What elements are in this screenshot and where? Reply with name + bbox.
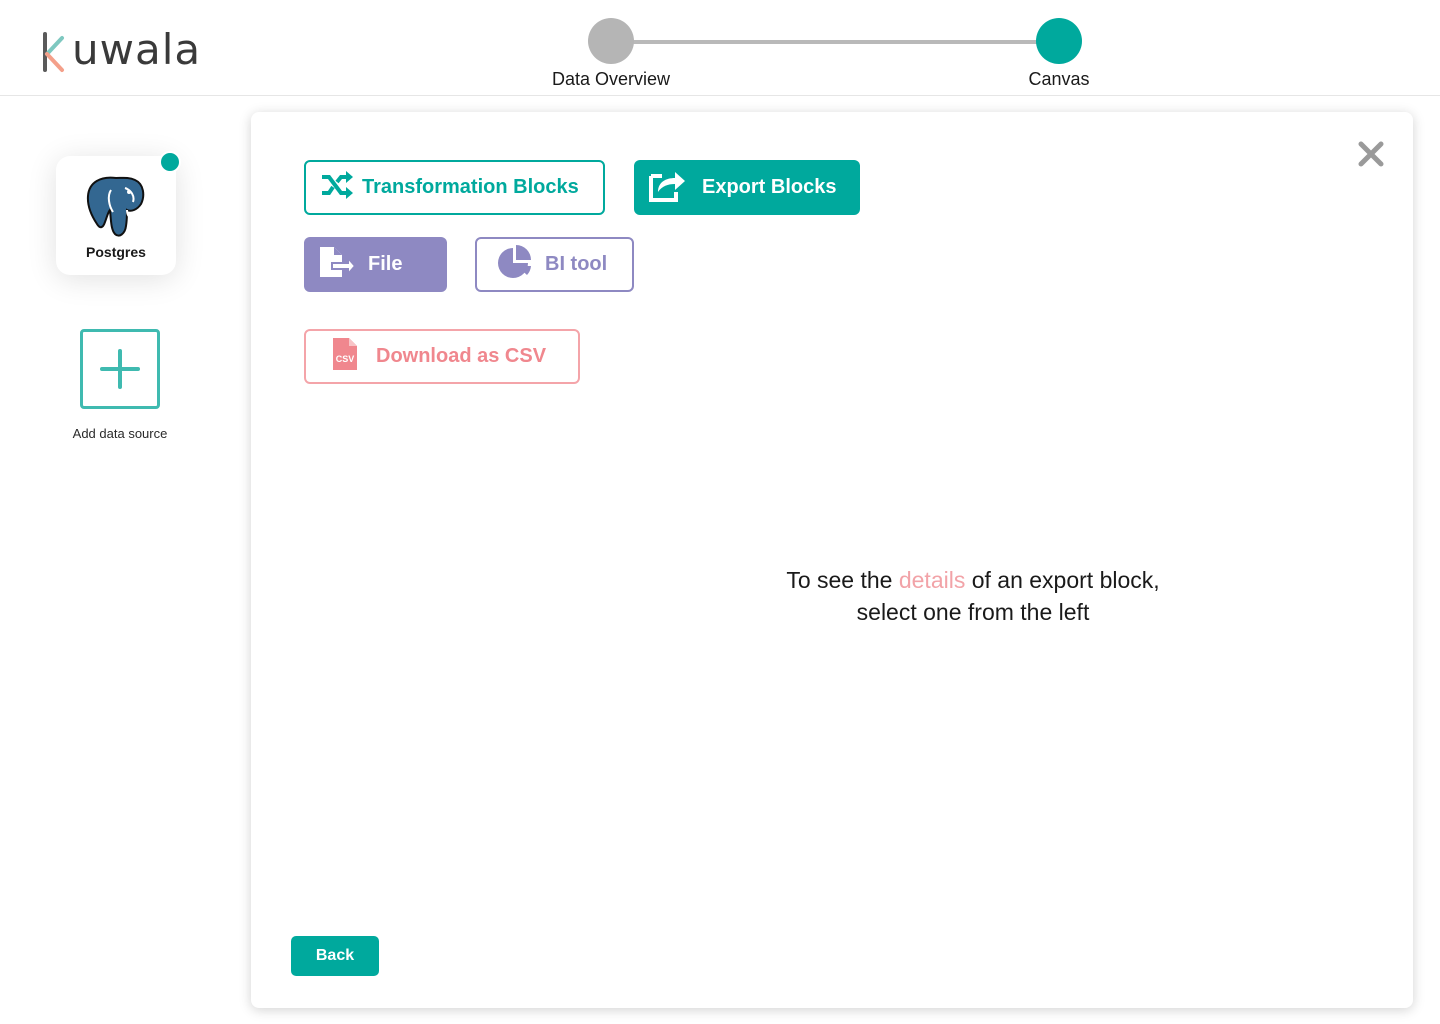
tab-export-blocks[interactable]: Export Blocks: [634, 160, 860, 215]
top-bar: uwala Data Overview Canvas: [0, 0, 1440, 96]
block-catalog-modal: Transformation Blocks Export Blocks File: [251, 112, 1413, 1008]
kuwala-logo[interactable]: uwala: [40, 22, 201, 74]
postgres-elephant-icon: [81, 172, 151, 242]
add-data-source-button[interactable]: [80, 329, 160, 409]
hint-highlight: details: [898, 567, 966, 593]
progress-stepper: Data Overview Canvas: [546, 18, 1106, 92]
tab-label: Export Blocks: [702, 176, 837, 198]
data-source-card-postgres[interactable]: Postgres: [56, 151, 181, 275]
export-type-file[interactable]: File: [304, 237, 447, 292]
data-sources-panel: Postgres Add data source: [0, 97, 240, 1024]
stepper-line: [611, 40, 1059, 44]
pie-chart-icon: [497, 244, 533, 285]
csv-file-icon: CSV: [332, 337, 358, 377]
share-export-icon: [648, 168, 686, 208]
hint-line-2: select one from the left: [856, 599, 1090, 625]
plus-icon: [100, 349, 140, 389]
export-type-label: File: [368, 253, 403, 275]
hint-text-after: of an export block,: [965, 567, 1160, 593]
logo-text: uwala: [72, 25, 202, 74]
step-label-canvas[interactable]: Canvas: [1028, 69, 1089, 90]
svg-text:CSV: CSV: [336, 354, 355, 364]
status-dot: [159, 151, 181, 173]
block-label: Download as CSV: [376, 345, 547, 367]
block-download-as-csv[interactable]: CSV Download as CSV: [304, 329, 580, 384]
step-label-data-overview[interactable]: Data Overview: [552, 69, 670, 90]
data-source-label: Postgres: [86, 244, 146, 260]
hint-text-before: To see the: [786, 567, 899, 593]
tab-transformation-blocks[interactable]: Transformation Blocks: [304, 160, 605, 215]
empty-state-hint: To see the details of an export block, s…: [703, 564, 1243, 628]
step-dot-data-overview[interactable]: [588, 18, 634, 64]
export-type-bi-tool[interactable]: BI tool: [475, 237, 634, 292]
shuffle-icon: [320, 170, 354, 206]
tab-label: Transformation Blocks: [362, 176, 579, 198]
close-icon[interactable]: [1355, 138, 1387, 170]
step-dot-canvas[interactable]: [1036, 18, 1082, 64]
add-data-source-label: Add data source: [72, 426, 168, 441]
file-export-icon: [318, 245, 357, 285]
hint-line-1: To see the details of an export block,: [703, 564, 1243, 596]
back-button[interactable]: Back: [291, 936, 379, 976]
logo-k-mark: [40, 26, 70, 74]
export-type-label: BI tool: [545, 253, 608, 275]
